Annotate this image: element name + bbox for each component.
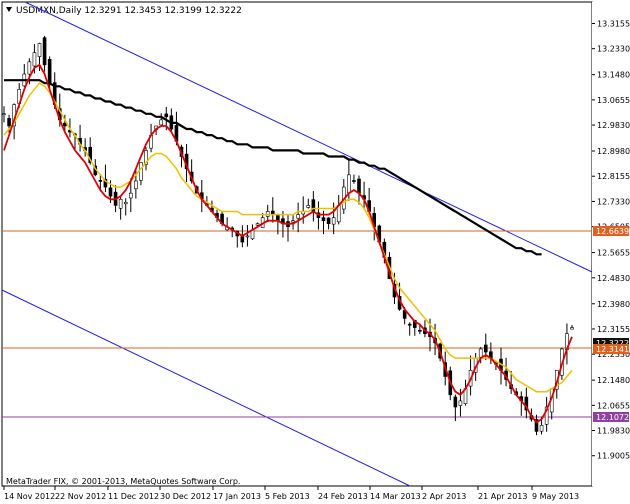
candle-body [478,348,483,358]
y-tick-label: 12.8155 [597,172,630,181]
y-tick-label: 13.0655 [597,96,630,105]
ma-fast-line [3,63,573,424]
y-tick-label: 12.7330 [597,197,630,206]
candle-body [134,180,138,190]
candle-body [63,122,67,127]
y-tick-label: 12.4830 [597,274,630,283]
candle-body [7,118,11,127]
candle-body [128,192,133,199]
channel-line-lower[interactable] [1,289,411,487]
candle-body [321,217,326,221]
x-axis-ticks: 14 Nov 2012 22 Nov 2012 11 Dec 2012 30 Dec … [3,486,579,501]
y-tick-label: 12.5655 [597,249,630,258]
candle-body [108,187,113,197]
candle-body [291,220,295,223]
plot-frame [1,1,593,487]
candle-body [245,235,250,238]
x-tick-label: 24 Feb 2013 [318,492,368,501]
candle-body [347,174,351,194]
candle-body [139,162,143,181]
x-tick-label: 9 May 2013 [532,492,579,501]
price-tag-orange-lower-text: 12.3141 [596,345,629,354]
candle-body [37,43,42,57]
dropdown-triangle-icon[interactable] [6,7,12,12]
y-tick-label: 13.1480 [597,71,630,80]
symbol-header: USDMXN,Daily 12.3291 12.3453 12.3199 12.… [6,6,242,16]
candle-body [306,205,311,208]
candle-body [326,217,331,225]
x-tick-label: 14 Mar 2013 [370,492,421,501]
candle-body [47,59,52,84]
candle-body [407,323,412,326]
y-tick-label: 12.8980 [597,147,630,156]
ma-slow-line [4,79,542,256]
candle-body [453,396,458,408]
copyright-text: MetaTrader FIX, © 2001-2013, MetaQuotes … [6,477,240,486]
candle-body [2,113,6,116]
y-tick-label: 12.3155 [597,325,630,334]
candle-body [296,214,300,219]
y-tick-label: 12.9830 [597,121,630,130]
y-tick-label: 11.9830 [597,427,630,436]
x-tick-label: 2 Apr 2013 [422,492,466,501]
candle-body [458,400,463,406]
y-tick-label: 12.0655 [597,401,630,410]
candle-body [123,202,128,205]
y-tick-label: 13.3155 [597,19,630,28]
price-tag-purple: 12.1072 [593,412,629,422]
y-tick-label: 12.3980 [597,300,630,309]
candle-body [331,217,336,225]
candle-body [357,178,361,194]
price-tag-orange-upper: 12.6639 [593,226,629,236]
chart-window[interactable]: USDMXN,Daily 12.3291 12.3453 12.3199 12.… [0,0,630,504]
candle-body [118,198,123,209]
y-tick-label: 12.1480 [597,376,630,385]
candle-body [42,37,47,66]
x-tick-label: 30 Dec 2012 [160,492,211,501]
candle-body [164,113,169,118]
x-tick-label: 11 Dec 2012 [108,492,159,501]
price-tag-orange-lower: 12.3141 [593,344,629,354]
candle-body [483,344,488,353]
price-tag-orange-upper-text: 12.6639 [596,227,629,236]
x-tick-label: 22 Nov 2012 [55,492,106,501]
candle-body [98,180,103,182]
candle-body [27,61,32,75]
x-tick-label: 21 Apr 2013 [478,492,527,501]
x-tick-label: 14 Nov 2012 [4,492,55,501]
candle-body [255,223,260,226]
candle-body [570,327,574,330]
candle-body [159,119,164,126]
candle-body [240,236,245,243]
x-tick-label: 5 Feb 2013 [265,492,310,501]
y-tick-label: 11.9005 [597,452,630,461]
candle-body [539,425,544,432]
y-tick-label: 13.2330 [597,45,630,54]
price-tag-purple-text: 12.1072 [596,413,629,422]
x-tick-label: 17 Jan 2013 [213,492,261,501]
candle-body [352,180,356,182]
symbol-header-text: USDMXN,Daily 12.3291 12.3453 12.3199 12.… [16,6,242,16]
candle-body [418,329,422,332]
price-chart[interactable]: USDMXN,Daily 12.3291 12.3453 12.3199 12.… [0,0,630,504]
candle-body [32,52,37,67]
